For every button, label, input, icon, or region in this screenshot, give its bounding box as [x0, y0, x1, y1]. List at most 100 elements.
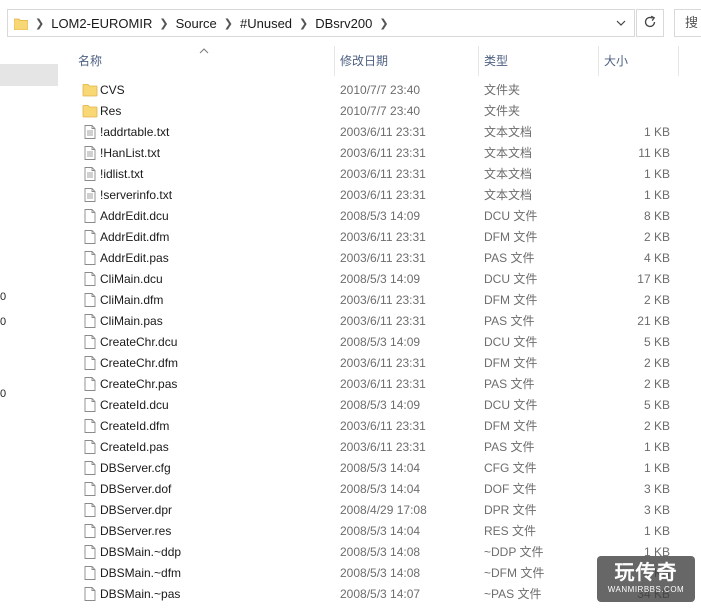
- file-row[interactable]: CreateChr.dcu 2008/5/3 14:09 DCU 文件 5 KB: [58, 332, 701, 353]
- file-name: CliMain.dfm: [100, 293, 164, 307]
- file-name: Res: [100, 104, 122, 118]
- nav-item-fragment[interactable]: 0: [0, 388, 6, 400]
- file-icon: [82, 565, 98, 581]
- file-row[interactable]: CliMain.pas 2003/6/11 23:31 PAS 文件 21 KB: [58, 311, 701, 332]
- chevron-down-icon[interactable]: [614, 16, 628, 30]
- file-icon: [82, 208, 98, 224]
- file-icon: [82, 502, 98, 518]
- file-name: CreateChr.dcu: [100, 335, 178, 349]
- file-row[interactable]: DBServer.dpr 2008/4/29 17:08 DPR 文件 3 KB: [58, 500, 701, 521]
- chevron-right-icon[interactable]: ❯: [224, 17, 233, 30]
- file-row[interactable]: AddrEdit.pas 2003/6/11 23:31 PAS 文件 4 KB: [58, 248, 701, 269]
- file-row[interactable]: AddrEdit.dcu 2008/5/3 14:09 DCU 文件 8 KB: [58, 206, 701, 227]
- file-icon: [82, 271, 98, 287]
- column-type[interactable]: 类型: [478, 46, 598, 76]
- file-modified-date: 2008/5/3 14:04: [340, 482, 421, 496]
- file-row[interactable]: !HanList.txt 2003/6/11 23:31 文本文档 11 KB: [58, 143, 701, 164]
- file-row[interactable]: CVS 2010/7/7 23:40 文件夹: [58, 80, 701, 101]
- file-row[interactable]: CreateId.dcu 2008/5/3 14:09 DCU 文件 5 KB: [58, 395, 701, 416]
- file-row[interactable]: CreateChr.pas 2003/6/11 23:31 PAS 文件 2 KB: [58, 374, 701, 395]
- file-name: CliMain.dcu: [100, 272, 163, 286]
- file-modified-date: 2003/6/11 23:31: [340, 167, 426, 181]
- file-type: PAS 文件: [484, 251, 535, 265]
- column-name[interactable]: 名称: [72, 46, 334, 76]
- file-icon: [82, 523, 98, 539]
- nav-item-fragment[interactable]: 0: [0, 291, 6, 303]
- file-row[interactable]: !addrtable.txt 2003/6/11 23:31 文本文档 1 KB: [58, 122, 701, 143]
- file-type: DCU 文件: [484, 398, 538, 412]
- file-modified-date: 2003/6/11 23:31: [340, 377, 426, 391]
- file-name: DBServer.dpr: [100, 503, 173, 517]
- navigation-pane: 0 0 0: [0, 46, 58, 608]
- file-modified-date: 2003/6/11 23:31: [340, 356, 426, 370]
- column-type-label: 类型: [484, 54, 509, 68]
- watermark-logo: 玩传奇 WANMIRBBS.COM: [597, 556, 695, 602]
- file-row[interactable]: !serverinfo.txt 2003/6/11 23:31 文本文档 1 KB: [58, 185, 701, 206]
- file-type: PAS 文件: [484, 377, 535, 391]
- file-name: CreateChr.dfm: [100, 356, 179, 370]
- file-name: CliMain.pas: [100, 314, 163, 328]
- file-row[interactable]: !idlist.txt 2003/6/11 23:31 文本文档 1 KB: [58, 164, 701, 185]
- file-modified-date: 2008/5/3 14:09: [340, 335, 421, 349]
- file-row[interactable]: CreateId.pas 2003/6/11 23:31 PAS 文件 1 KB: [58, 437, 701, 458]
- file-size: 1 KB: [643, 524, 670, 538]
- file-modified-date: 2003/6/11 23:31: [340, 440, 426, 454]
- file-row[interactable]: CliMain.dfm 2003/6/11 23:31 DFM 文件 2 KB: [58, 290, 701, 311]
- breadcrumb-item[interactable]: #Unused: [240, 16, 292, 31]
- file-name: !serverinfo.txt: [100, 188, 173, 202]
- file-type: ~DFM 文件: [484, 566, 545, 580]
- file-row[interactable]: DBServer.dof 2008/5/3 14:04 DOF 文件 3 KB: [58, 479, 701, 500]
- file-icon: [82, 376, 98, 392]
- file-name: CreateId.dfm: [100, 419, 170, 433]
- file-modified-date: 2010/7/7 23:40: [340, 83, 421, 97]
- file-size: 4 KB: [643, 251, 670, 265]
- file-row[interactable]: DBServer.cfg 2008/5/3 14:04 CFG 文件 1 KB: [58, 458, 701, 479]
- file-row[interactable]: DBServer.res 2008/5/3 14:04 RES 文件 1 KB: [58, 521, 701, 542]
- file-type: ~PAS 文件: [484, 587, 542, 601]
- file-icon: [82, 292, 98, 308]
- file-row[interactable]: CreateId.dfm 2003/6/11 23:31 DFM 文件 2 KB: [58, 416, 701, 437]
- file-name: DBSMain.~ddp: [100, 545, 182, 559]
- refresh-button[interactable]: [636, 9, 664, 37]
- address-bar[interactable]: ❯ LOM2-EUROMIR ❯ Source ❯ #Unused ❯ DBsr…: [7, 9, 635, 37]
- file-row[interactable]: AddrEdit.dfm 2003/6/11 23:31 DFM 文件 2 KB: [58, 227, 701, 248]
- nav-item-fragment[interactable]: 0: [0, 316, 6, 328]
- file-size: 1 KB: [643, 440, 670, 454]
- file-type: DFM 文件: [484, 230, 538, 244]
- breadcrumb-item[interactable]: DBsrv200: [315, 16, 372, 31]
- file-icon: [82, 313, 98, 329]
- search-placeholder: 搜: [685, 15, 699, 30]
- breadcrumb-item[interactable]: Source: [176, 16, 217, 31]
- chevron-right-icon[interactable]: ❯: [35, 17, 44, 30]
- file-size: 8 KB: [643, 209, 670, 223]
- file-size: 1 KB: [643, 167, 670, 181]
- column-date[interactable]: 修改日期: [334, 46, 478, 76]
- file-icon: [82, 418, 98, 434]
- file-size: 1 KB: [643, 188, 670, 202]
- nav-selected-item[interactable]: [0, 64, 58, 86]
- file-size: 3 KB: [643, 482, 670, 496]
- column-divider[interactable]: [678, 46, 679, 76]
- chevron-right-icon[interactable]: ❯: [159, 17, 168, 30]
- breadcrumb-item[interactable]: LOM2-EUROMIR: [51, 16, 152, 31]
- file-modified-date: 2003/6/11 23:31: [340, 188, 426, 202]
- column-header: 名称 修改日期 类型 大小: [58, 46, 701, 76]
- file-modified-date: 2003/6/11 23:31: [340, 146, 426, 160]
- search-input[interactable]: 搜: [674, 9, 701, 37]
- file-icon: [82, 355, 98, 371]
- file-modified-date: 2008/5/3 14:09: [340, 398, 421, 412]
- chevron-right-icon[interactable]: ❯: [299, 17, 308, 30]
- file-row[interactable]: CreateChr.dfm 2003/6/11 23:31 DFM 文件 2 KB: [58, 353, 701, 374]
- file-row[interactable]: CliMain.dcu 2008/5/3 14:09 DCU 文件 17 KB: [58, 269, 701, 290]
- column-size[interactable]: 大小: [598, 46, 678, 76]
- file-size: 2 KB: [643, 293, 670, 307]
- chevron-right-icon[interactable]: ❯: [379, 17, 388, 30]
- file-type: 文本文档: [484, 146, 533, 160]
- file-type: ~DDP 文件: [484, 545, 544, 559]
- file-type: PAS 文件: [484, 440, 535, 454]
- file-name: CreateChr.pas: [100, 377, 178, 391]
- file-size: 5 KB: [643, 398, 670, 412]
- file-row[interactable]: Res 2010/7/7 23:40 文件夹: [58, 101, 701, 122]
- file-modified-date: 2003/6/11 23:31: [340, 125, 426, 139]
- file-type: DPR 文件: [484, 503, 537, 517]
